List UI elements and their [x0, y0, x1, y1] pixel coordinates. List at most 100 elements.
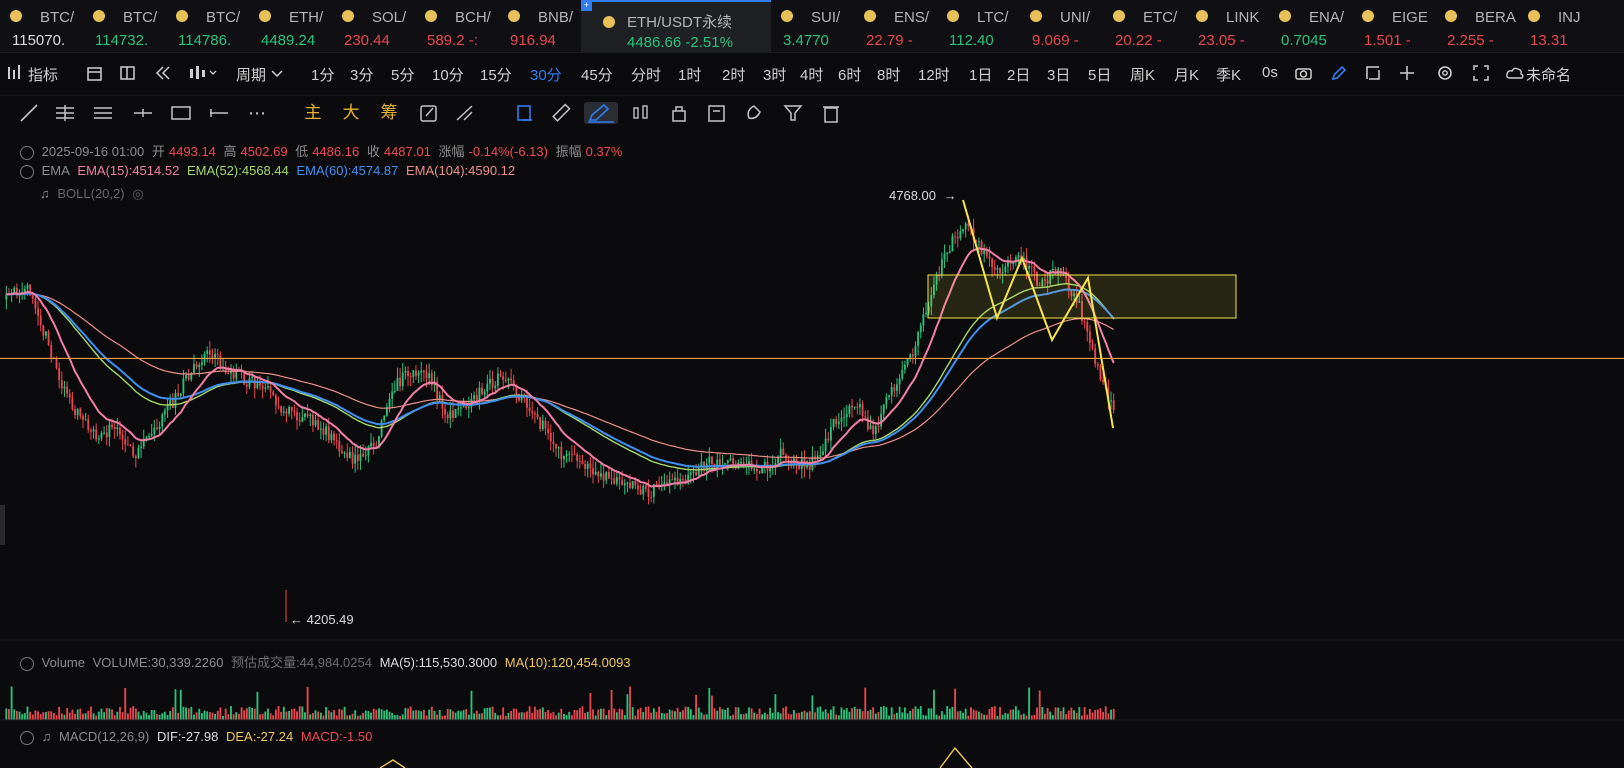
volume-bar [367, 711, 370, 720]
volume-collapse-icon[interactable] [20, 656, 34, 671]
volume-bar [82, 713, 84, 720]
volume-bar [938, 715, 941, 720]
candle-body [578, 460, 581, 462]
side-handle[interactable] [0, 505, 5, 545]
candle-body [943, 254, 946, 260]
volume-bar [293, 708, 296, 720]
volume-bar [824, 709, 827, 720]
candle-body [880, 413, 883, 427]
candle-body [851, 405, 853, 408]
candle-body [269, 386, 272, 392]
candle-body [193, 363, 195, 374]
candle-body [87, 419, 90, 431]
candle-body [309, 414, 312, 417]
volume-bar [60, 713, 63, 720]
candle-body [105, 432, 108, 438]
candle-body [95, 429, 98, 440]
volume-bar [602, 708, 605, 720]
candle-body [97, 438, 100, 440]
candle-body [584, 463, 587, 469]
resistance-box-drawing[interactable] [927, 274, 1237, 319]
volume-bar [925, 715, 927, 720]
candle-body [1051, 268, 1054, 271]
volume-bar [880, 706, 883, 720]
candle-body [338, 440, 341, 452]
candle-body [227, 373, 230, 375]
volume-bar [877, 712, 880, 720]
candle-body [552, 441, 555, 444]
volume-bar [330, 712, 333, 720]
candle-body [66, 386, 69, 394]
volume-bar [552, 711, 555, 720]
volume-bar [621, 709, 624, 720]
volume-bar [903, 707, 906, 720]
volume-bar [37, 711, 39, 720]
volume-bar [711, 695, 713, 720]
volume-bar [750, 708, 753, 720]
volume-bar [301, 706, 304, 720]
macd-collapse-icon[interactable] [20, 730, 34, 745]
candle-body [55, 357, 58, 369]
candle-body [364, 455, 367, 457]
candle-body [327, 426, 330, 441]
candle-body [134, 456, 137, 459]
macd-line: ♫ MACD(12,26,9) DIF:-27.98 DEA:-27.24 MA… [20, 729, 376, 745]
volume-bar [901, 712, 904, 720]
candle-body [999, 268, 1001, 274]
volume-bar [1086, 714, 1089, 720]
candle-body [689, 472, 692, 475]
volume-bar [1001, 714, 1004, 720]
volume-bar [177, 712, 180, 720]
volume-bar [510, 710, 513, 720]
volume-bar [370, 712, 372, 720]
candle-body [885, 397, 888, 405]
volume-bar [922, 715, 925, 720]
volume-bar [1096, 709, 1099, 720]
volume-bar [544, 711, 547, 720]
volume-bar [872, 707, 875, 720]
volume-bar [729, 715, 732, 720]
volume-bar [407, 708, 409, 720]
volume-bar [1030, 715, 1033, 720]
volume-bar [660, 712, 663, 720]
macd-label[interactable]: MACD(12,26,9) [59, 729, 149, 744]
candle-body [610, 478, 613, 480]
candle-body [422, 370, 425, 373]
volume-bar [417, 710, 420, 720]
volume-bar [708, 687, 711, 720]
candle-body [322, 428, 325, 435]
volume-bar [322, 715, 325, 720]
candle-body [951, 236, 954, 252]
macd-bell-icon[interactable]: ♫ [42, 729, 52, 744]
candle-body [335, 440, 338, 442]
candle-body [277, 405, 280, 407]
volume-bar [396, 714, 399, 720]
volume-bar [964, 708, 967, 720]
volume-bar [777, 712, 779, 720]
volume-bar [528, 706, 531, 720]
candle-body [483, 391, 486, 395]
candle-body [454, 409, 457, 418]
volume-bar [631, 707, 634, 720]
volume-bar [829, 709, 832, 720]
candle-body [301, 417, 304, 422]
volume-bar [589, 693, 592, 720]
candle-body [420, 370, 423, 373]
volume-bar [919, 706, 922, 720]
candle-body [906, 359, 909, 365]
volume-bar [1099, 708, 1102, 720]
volume-bar [1004, 712, 1007, 720]
macd-dif: DIF:-27.98 [156, 729, 219, 744]
volume-bar [676, 707, 679, 720]
volume-bar [623, 714, 626, 720]
candle-body [922, 314, 925, 326]
volume-label[interactable]: Volume [42, 655, 85, 670]
volume-bar [956, 711, 959, 720]
candle-body [163, 410, 166, 415]
candle-body [452, 410, 454, 418]
volume-bar [935, 714, 938, 720]
volume-bar [896, 712, 898, 720]
candle-body [259, 383, 261, 386]
candle-body [68, 393, 71, 398]
candle-body [473, 395, 476, 400]
